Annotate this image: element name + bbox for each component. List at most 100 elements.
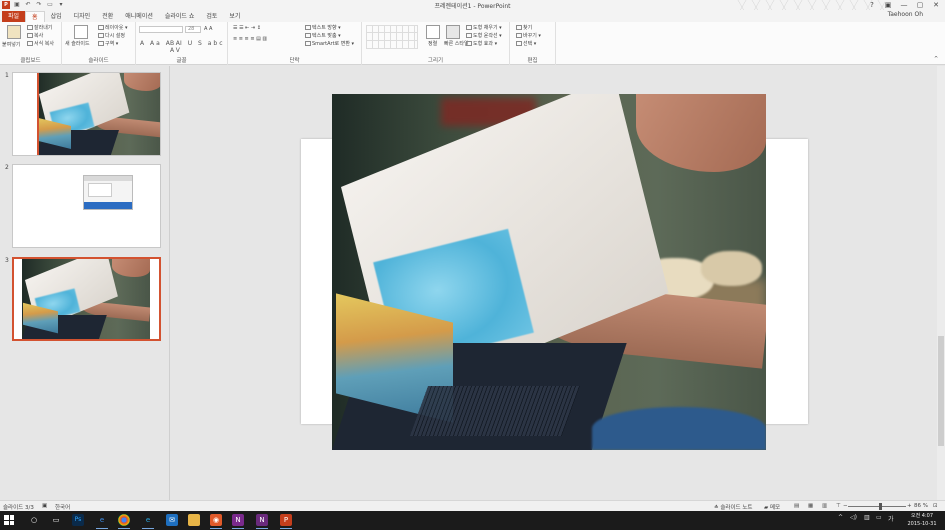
- cut-button[interactable]: 잘라내기: [27, 25, 52, 31]
- zoom-level[interactable]: 86 %: [914, 503, 928, 509]
- zoom-out-icon[interactable]: −: [843, 503, 848, 509]
- reset-button[interactable]: 다시 설정: [98, 33, 125, 39]
- paste-icon[interactable]: [7, 25, 21, 39]
- zoom-slider-handle[interactable]: [878, 503, 882, 510]
- ribbon-tabs: 파일 홈 삽입 디자인 전환 애니메이션 슬라이드 쇼 검토 보기: [0, 10, 945, 22]
- list-buttons[interactable]: ☰ ☰ ⇤ ⇥ ↕: [233, 25, 261, 31]
- onenote2-icon[interactable]: N: [256, 514, 268, 529]
- tab-transitions[interactable]: 전환: [96, 11, 119, 22]
- select-icon: [516, 41, 522, 46]
- tab-view[interactable]: 보기: [223, 11, 246, 22]
- tab-design[interactable]: 디자인: [68, 11, 97, 22]
- smartart-icon: [305, 41, 311, 46]
- tab-review[interactable]: 검토: [200, 11, 223, 22]
- copy-button[interactable]: 복사: [27, 33, 43, 39]
- onenote-icon[interactable]: N: [232, 514, 244, 529]
- ime-indicator[interactable]: 가: [888, 514, 894, 523]
- smartart-button[interactable]: SmartArt로 변환 ▾: [305, 41, 354, 47]
- drawing-group-label: 그리기: [427, 58, 444, 64]
- new-slide-button[interactable]: 새 슬라이드: [65, 41, 90, 47]
- replace-button[interactable]: 바꾸기 ▾: [516, 33, 541, 39]
- brush-icon: [27, 41, 33, 46]
- scrollbar-thumb[interactable]: [938, 336, 944, 446]
- font-size-combo[interactable]: 28: [185, 26, 201, 33]
- tab-home[interactable]: 홈: [25, 11, 45, 22]
- slide-thumbnail-2[interactable]: [12, 164, 161, 248]
- arrange-button[interactable]: 정렬: [428, 41, 437, 47]
- normal-view-icon[interactable]: ▤: [794, 503, 799, 509]
- edge-icon[interactable]: e: [96, 514, 108, 529]
- zoom-in-icon[interactable]: +: [907, 503, 912, 509]
- close-icon[interactable]: ✕: [931, 0, 941, 10]
- help-icon[interactable]: ?: [867, 0, 877, 10]
- notification-icon[interactable]: ▭: [876, 514, 882, 521]
- powerpoint-icon[interactable]: P: [280, 514, 292, 529]
- fit-slide-icon[interactable]: ⊡: [933, 503, 938, 509]
- shapes-gallery[interactable]: [366, 25, 418, 49]
- slide-count: 슬라이드 3/3: [3, 505, 34, 511]
- quick-styles-icon[interactable]: [446, 25, 460, 39]
- explorer-icon[interactable]: [188, 514, 200, 526]
- taskbar-clock[interactable]: 오전 4:07 2015-10-31: [907, 512, 937, 528]
- font-effects-row[interactable]: A Aa A A: [140, 40, 182, 47]
- ie-icon[interactable]: e: [142, 514, 154, 529]
- grow-shrink-font[interactable]: A A: [204, 26, 212, 32]
- find-icon: [516, 25, 522, 30]
- slide-thumbnail-3[interactable]: [12, 257, 161, 341]
- layout-button[interactable]: 레이아웃 ▾: [98, 25, 128, 31]
- start-icon[interactable]: [4, 515, 14, 525]
- user-account[interactable]: Taehoon Oh: [888, 11, 923, 18]
- tab-file[interactable]: 파일: [2, 11, 26, 22]
- clipboard-group: 붙여넣기 잘라내기 복사 서식 복사 클립보드: [0, 22, 62, 65]
- tray-chevron-icon[interactable]: ^: [838, 514, 843, 521]
- select-button[interactable]: 선택 ▾: [516, 41, 536, 47]
- quick-styles-button[interactable]: 빠른 스타일: [444, 41, 469, 47]
- align-text-button[interactable]: 텍스트 맞춤 ▾: [305, 33, 341, 39]
- minimize-icon[interactable]: —: [899, 0, 909, 10]
- ribbon: 붙여넣기 잘라내기 복사 서식 복사 클립보드 새 슬라이드 레이아웃 ▾ 다시…: [0, 22, 945, 65]
- app-icon[interactable]: ◉: [210, 514, 222, 529]
- comments-button[interactable]: ▰ 메모: [764, 503, 780, 511]
- notes-button[interactable]: ≛ 슬라이드 노트: [714, 503, 752, 511]
- task-view-icon[interactable]: ▭: [50, 514, 62, 526]
- maximize-icon[interactable]: ▢: [915, 0, 925, 10]
- paste-button[interactable]: 붙여넣기: [2, 42, 20, 48]
- spell-check-icon[interactable]: ▣: [42, 503, 47, 509]
- chrome-icon[interactable]: [118, 514, 130, 529]
- find-button[interactable]: 찾기: [516, 25, 532, 31]
- clock-time: 오전 4:07: [910, 513, 934, 519]
- arrange-icon[interactable]: [426, 25, 440, 39]
- vertical-scrollbar[interactable]: [937, 66, 945, 500]
- ribbon-display-icon[interactable]: ▣: [883, 0, 893, 10]
- volume-icon[interactable]: ◁): [850, 514, 857, 521]
- tab-slideshow[interactable]: 슬라이드 쇼: [159, 11, 201, 22]
- zoom-slider[interactable]: [848, 506, 906, 507]
- language-indicator[interactable]: 한국어: [55, 503, 70, 511]
- shape-effects-button[interactable]: 도형 효과 ▾: [466, 41, 497, 47]
- slideshow-view-icon[interactable]: ⊤: [836, 503, 841, 509]
- slide-sorter-icon[interactable]: ▦: [808, 503, 813, 509]
- clock-date: 2015-10-31: [907, 521, 937, 527]
- reading-view-icon[interactable]: ▥: [822, 503, 827, 509]
- photoshop-icon[interactable]: Ps: [72, 514, 84, 526]
- network-icon[interactable]: ▥: [864, 514, 870, 521]
- tab-insert[interactable]: 삽입: [45, 11, 68, 22]
- replace-icon: [516, 33, 522, 38]
- shape-fill-button[interactable]: 도형 채우기 ▾: [466, 25, 502, 31]
- tab-animations[interactable]: 애니메이션: [119, 11, 159, 22]
- section-button[interactable]: 구역 ▾: [98, 41, 118, 47]
- slide-thumbnail-1[interactable]: [12, 72, 161, 156]
- mail-icon[interactable]: ✉: [166, 514, 178, 526]
- slide-photo[interactable]: [332, 94, 766, 450]
- text-direction-icon: [305, 25, 311, 30]
- font-name-combo[interactable]: [139, 26, 183, 33]
- new-slide-icon[interactable]: [74, 25, 88, 39]
- text-direction-button[interactable]: 텍스트 방향 ▾: [305, 25, 341, 31]
- slide-number-2: 2: [5, 164, 9, 171]
- format-painter-button[interactable]: 서식 복사: [27, 41, 54, 47]
- search-icon[interactable]: ○: [28, 514, 40, 526]
- collapse-ribbon-icon[interactable]: ^: [934, 56, 938, 62]
- layout-icon: [98, 25, 104, 30]
- shape-outline-button[interactable]: 도형 윤곽선 ▾: [466, 33, 502, 39]
- align-buttons[interactable]: ≡ ≡ ≡ ≡ ▤ ▥: [233, 36, 267, 42]
